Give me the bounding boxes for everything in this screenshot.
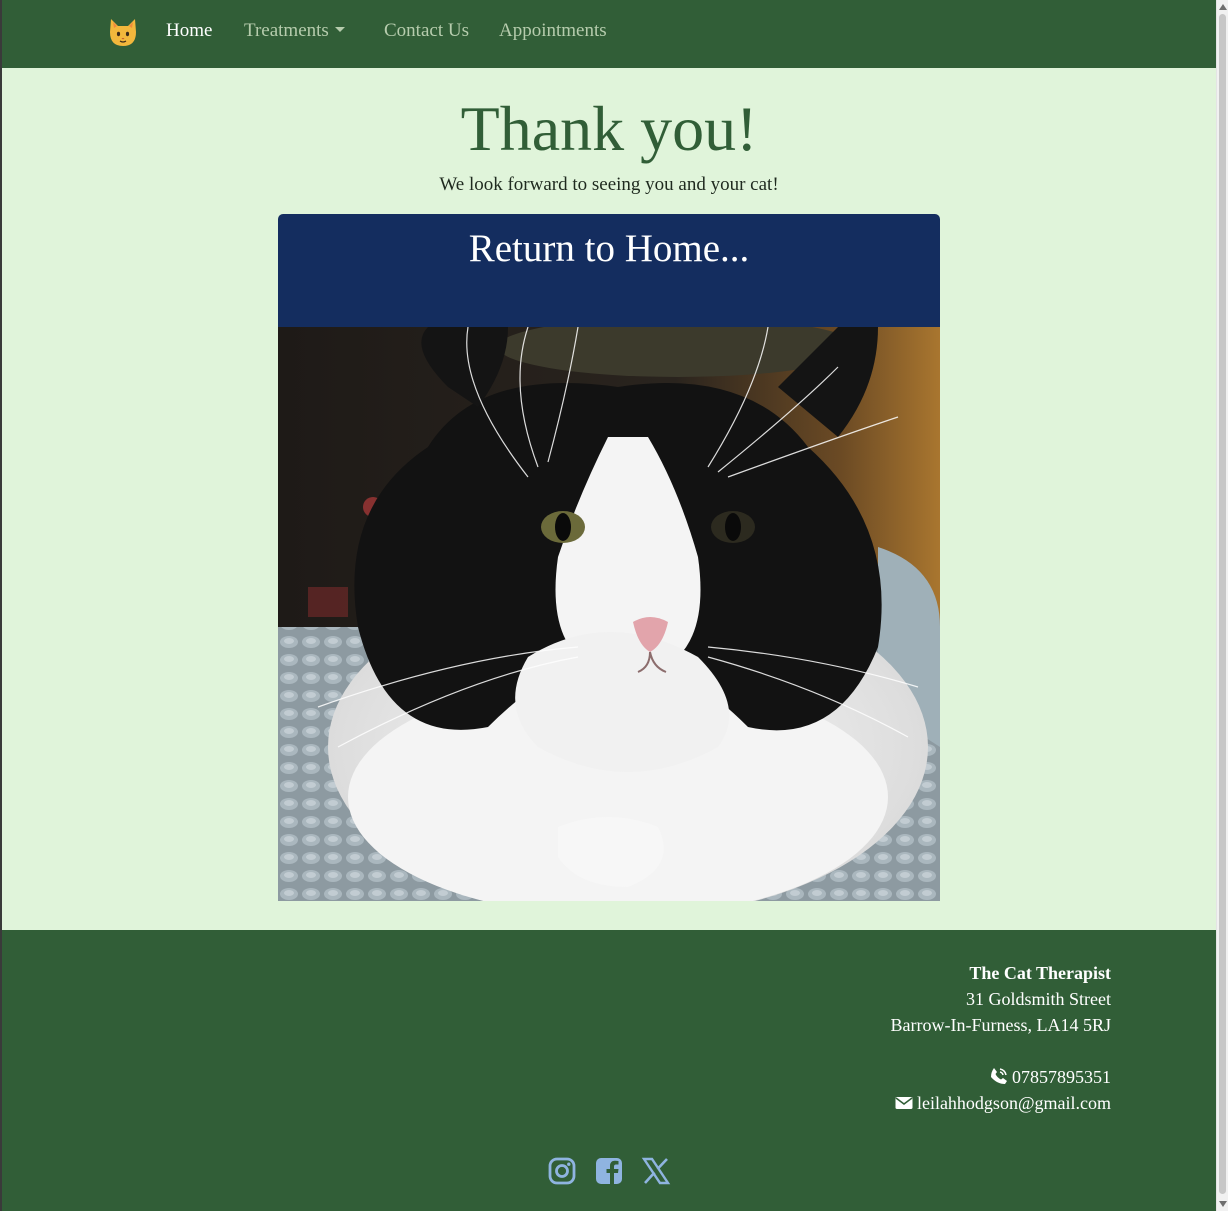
facebook-icon[interactable] — [594, 1156, 624, 1186]
return-home-label: Return to Home... — [468, 227, 750, 270]
address-line-2: Barrow-In-Furness, LA14 5RJ — [890, 1015, 1111, 1035]
email-link[interactable]: leilahhodgson@gmail.com — [917, 1093, 1111, 1113]
email-line: leilahhodgson@gmail.com — [891, 1090, 1111, 1116]
cat-face-icon — [110, 19, 136, 46]
social-links — [2, 1156, 1216, 1186]
phone-link[interactable]: 07857895351 — [1012, 1067, 1111, 1087]
nav-treatments-dropdown[interactable]: Treatments — [244, 20, 345, 42]
cat-photo — [278, 327, 940, 901]
phone-icon — [991, 1068, 1007, 1084]
card-header: Return to Home... — [278, 214, 940, 327]
instagram-icon[interactable] — [547, 1156, 577, 1186]
phone-line: 07857895351 — [891, 1064, 1111, 1090]
return-home-card-link[interactable]: Return to Home... — [278, 214, 940, 901]
x-twitter-icon[interactable] — [641, 1156, 671, 1186]
page-subtitle: We look forward to seeing you and your c… — [439, 174, 779, 195]
caret-down-icon — [334, 27, 345, 32]
scroll-down-arrow-icon[interactable] — [1219, 1201, 1227, 1207]
nav-home[interactable]: Home — [166, 20, 212, 42]
vertical-scrollbar[interactable] — [1216, 0, 1228, 1211]
navbar: Home Treatments Contact Us Appointments — [2, 0, 1216, 68]
envelope-icon — [895, 1097, 913, 1109]
scroll-up-arrow-icon[interactable] — [1219, 4, 1227, 10]
brand-cat-icon[interactable] — [106, 15, 140, 49]
business-name: The Cat Therapist — [969, 963, 1111, 983]
page-title: Thank you! — [460, 93, 758, 164]
scrollbar-thumb[interactable] — [1219, 14, 1226, 1194]
nav-contact-us[interactable]: Contact Us — [384, 20, 469, 42]
footer-contact-block: The Cat Therapist 31 Goldsmith Street Ba… — [891, 960, 1111, 1116]
nav-treatments-label: Treatments — [244, 20, 329, 41]
address-line-1: 31 Goldsmith Street — [966, 989, 1111, 1009]
footer: The Cat Therapist 31 Goldsmith Street Ba… — [2, 930, 1216, 1211]
nav-appointments[interactable]: Appointments — [499, 20, 607, 42]
